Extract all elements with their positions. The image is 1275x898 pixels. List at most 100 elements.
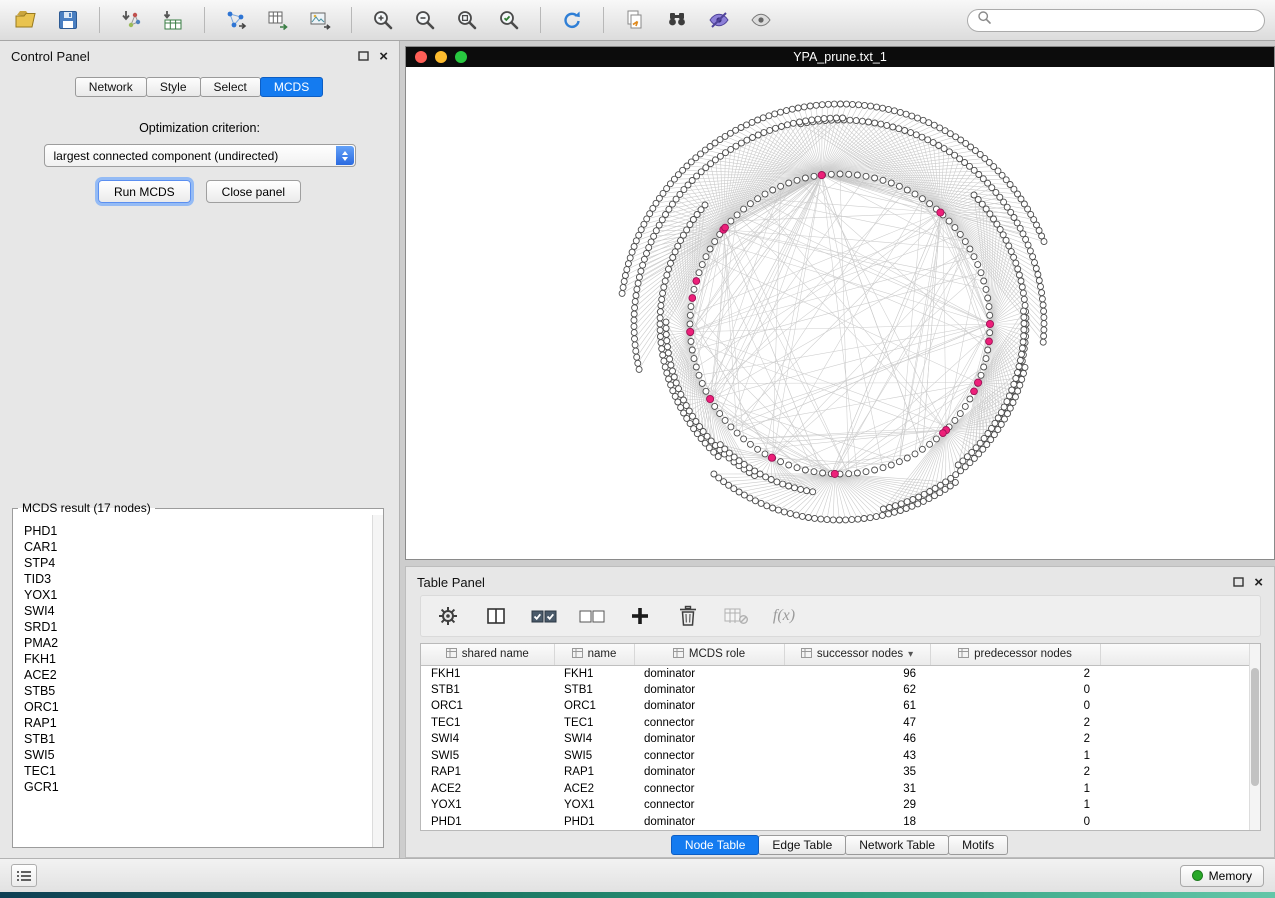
list-item[interactable]: TID3 <box>24 571 372 587</box>
open-file-icon[interactable] <box>10 4 42 36</box>
tab-network-table[interactable]: Network Table <box>845 835 949 855</box>
column-attr-icon <box>958 648 969 661</box>
close-panel-button[interactable]: Close panel <box>206 180 301 203</box>
table-cell: 1 <box>930 781 1100 798</box>
float-panel-icon[interactable] <box>1233 575 1244 590</box>
tab-motifs[interactable]: Motifs <box>948 835 1008 855</box>
optimization-criterion-label: Optimization criterion: <box>0 121 399 135</box>
add-column-icon[interactable] <box>627 602 653 630</box>
list-item[interactable]: PHD1 <box>24 523 372 539</box>
table-row[interactable]: ACE2ACE2connector311 <box>421 781 1249 798</box>
table-row[interactable]: FKH1FKH1dominator962 <box>421 665 1249 682</box>
list-item[interactable]: YOX1 <box>24 587 372 603</box>
show-elements-icon[interactable] <box>745 4 777 36</box>
column-header-successor-nodes[interactable]: successor nodes▾ <box>784 644 930 665</box>
list-item[interactable]: ACE2 <box>24 667 372 683</box>
table-row[interactable]: SWI4SWI4dominator462 <box>421 731 1249 748</box>
table-cell: dominator <box>634 682 784 699</box>
network-titlebar[interactable]: YPA_prune.txt_1 <box>406 47 1274 67</box>
column-header-name[interactable]: name <box>554 644 634 665</box>
column-header-mcds-role[interactable]: MCDS role <box>634 644 784 665</box>
show-columns-icon[interactable] <box>483 602 509 630</box>
table-cell: dominator <box>634 665 784 682</box>
table-cell: 0 <box>930 698 1100 715</box>
close-panel-icon[interactable]: × <box>379 49 388 64</box>
tab-node-table[interactable]: Node Table <box>671 835 760 855</box>
tab-network[interactable]: Network <box>75 77 147 97</box>
list-item[interactable]: CAR1 <box>24 539 372 555</box>
tab-edge-table[interactable]: Edge Table <box>758 835 846 855</box>
table-row[interactable]: YOX1YOX1connector291 <box>421 797 1249 814</box>
tab-mcds[interactable]: MCDS <box>260 77 323 97</box>
import-table-icon[interactable] <box>157 4 189 36</box>
tab-select[interactable]: Select <box>200 77 261 97</box>
zoom-fit-icon[interactable] <box>451 4 483 36</box>
zoom-in-icon[interactable] <box>367 4 399 36</box>
refresh-icon[interactable] <box>556 4 588 36</box>
import-network-icon[interactable] <box>115 4 147 36</box>
save-icon[interactable] <box>52 4 84 36</box>
table-cell: YOX1 <box>421 797 554 814</box>
list-item[interactable]: FKH1 <box>24 651 372 667</box>
table-row[interactable]: ORC1ORC1dominator610 <box>421 698 1249 715</box>
copy-document-icon[interactable] <box>619 4 651 36</box>
delete-column-icon[interactable] <box>675 602 701 630</box>
network-title: YPA_prune.txt_1 <box>793 50 887 64</box>
table-cell: SWI5 <box>554 748 634 765</box>
table-scrollbar[interactable] <box>1249 644 1260 830</box>
list-item[interactable]: RAP1 <box>24 715 372 731</box>
export-image-icon[interactable] <box>304 4 336 36</box>
table-row[interactable]: PHD1PHD1dominator180 <box>421 814 1249 831</box>
export-network-icon[interactable] <box>220 4 252 36</box>
list-item[interactable]: ORC1 <box>24 699 372 715</box>
memory-button[interactable]: Memory <box>1180 865 1264 887</box>
list-item[interactable]: PMA2 <box>24 635 372 651</box>
result-scrollbar[interactable] <box>372 515 383 847</box>
optimization-dropdown[interactable]: largest connected component (undirected) <box>44 144 356 167</box>
list-item[interactable]: GCR1 <box>24 779 372 795</box>
tab-style[interactable]: Style <box>146 77 201 97</box>
list-item[interactable]: STB1 <box>24 731 372 747</box>
table-row[interactable]: STB1STB1dominator620 <box>421 682 1249 699</box>
search-box[interactable] <box>967 9 1265 32</box>
hide-elements-icon[interactable] <box>703 4 735 36</box>
mcds-result-list: PHD1CAR1STP4TID3YOX1SWI4SRD1PMA2FKH1ACE2… <box>13 519 372 845</box>
window-minimize-icon[interactable] <box>435 51 447 63</box>
list-item[interactable]: STB5 <box>24 683 372 699</box>
table-cell: SWI4 <box>421 731 554 748</box>
table-cell <box>1100 665 1249 682</box>
table-cell: STB1 <box>421 682 554 699</box>
float-panel-icon[interactable] <box>358 49 369 64</box>
deselect-all-icon[interactable] <box>579 602 605 630</box>
list-item[interactable]: SRD1 <box>24 619 372 635</box>
mcds-result-box: MCDS result (17 nodes) PHD1CAR1STP4TID3Y… <box>12 501 384 848</box>
table-row[interactable]: SWI5SWI5connector431 <box>421 748 1249 765</box>
column-header-shared-name[interactable]: shared name <box>421 644 554 665</box>
binoculars-icon[interactable] <box>661 4 693 36</box>
select-all-icon[interactable] <box>531 602 557 630</box>
table-cell: TEC1 <box>421 715 554 732</box>
search-input[interactable] <box>997 11 1255 29</box>
list-item[interactable]: SWI5 <box>24 747 372 763</box>
zoom-out-icon[interactable] <box>409 4 441 36</box>
table-cell <box>1100 781 1249 798</box>
window-maximize-icon[interactable] <box>455 51 467 63</box>
list-item[interactable]: STP4 <box>24 555 372 571</box>
run-mcds-button[interactable]: Run MCDS <box>98 180 191 203</box>
export-table-icon[interactable] <box>262 4 294 36</box>
scrollbar-thumb[interactable] <box>1251 668 1259 786</box>
list-item[interactable]: SWI4 <box>24 603 372 619</box>
window-close-icon[interactable] <box>415 51 427 63</box>
close-panel-icon[interactable]: × <box>1254 575 1263 590</box>
table-row[interactable]: TEC1TEC1connector472 <box>421 715 1249 732</box>
table-cell: TEC1 <box>554 715 634 732</box>
table-settings-gear-icon[interactable] <box>435 602 461 630</box>
network-canvas[interactable] <box>406 67 1274 559</box>
table-cell: 43 <box>784 748 930 765</box>
table-row[interactable]: RAP1RAP1dominator352 <box>421 764 1249 781</box>
list-item[interactable]: TEC1 <box>24 763 372 779</box>
show-panels-list-icon[interactable] <box>11 864 37 887</box>
column-header-predecessor-nodes[interactable]: predecessor nodes <box>930 644 1100 665</box>
zoom-selected-icon[interactable] <box>493 4 525 36</box>
column-header-filler <box>1100 644 1249 665</box>
